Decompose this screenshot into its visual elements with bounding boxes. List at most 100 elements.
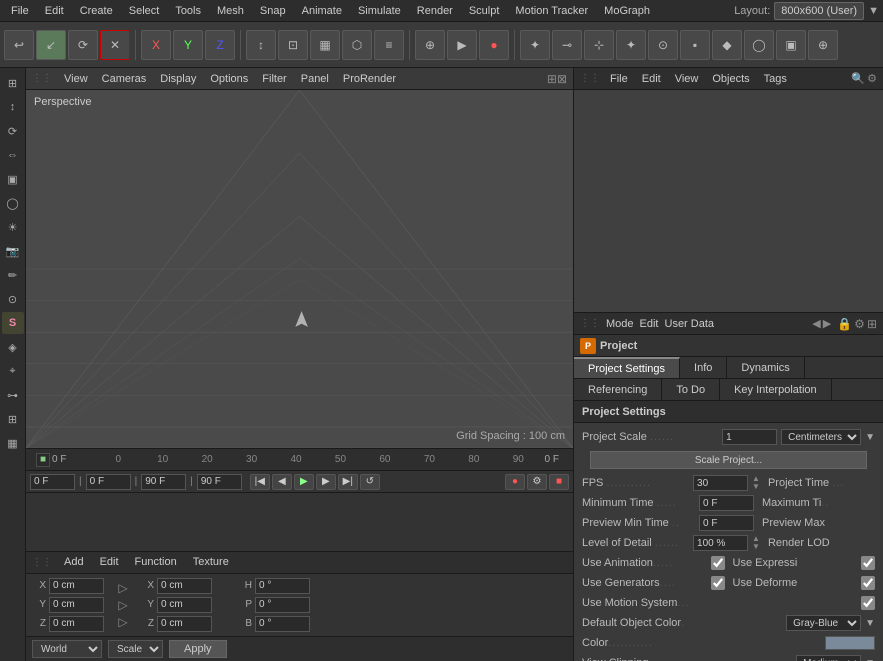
menu-create[interactable]: Create: [73, 3, 120, 19]
viewport-expand-icon[interactable]: ⊞⊠: [547, 72, 567, 86]
y-input[interactable]: [49, 597, 104, 613]
prev-frame-btn[interactable]: ◀: [272, 474, 292, 490]
tab-todo[interactable]: To Do: [662, 379, 720, 400]
sidebar-snap-icon[interactable]: ⌖: [2, 360, 24, 382]
p-input[interactable]: [255, 597, 310, 613]
min-time-input[interactable]: [699, 495, 754, 511]
toolbar-z-axis[interactable]: Z: [205, 30, 235, 60]
menu-animate[interactable]: Animate: [295, 3, 349, 19]
sidebar-magnet-icon[interactable]: ⊶: [2, 384, 24, 406]
toolbar-cam[interactable]: ⊹: [584, 30, 614, 60]
color-dropdown-arrow[interactable]: ▼: [865, 618, 875, 629]
x-input[interactable]: [49, 578, 104, 594]
fb-menu-edit[interactable]: Edit: [638, 73, 665, 85]
start-frame-input[interactable]: [30, 474, 75, 490]
toolbar-render2[interactable]: ⊸: [552, 30, 582, 60]
menu-edit[interactable]: Edit: [38, 3, 71, 19]
menu-file[interactable]: File: [4, 3, 36, 19]
toolbar-square[interactable]: ▪: [680, 30, 710, 60]
b-input[interactable]: [255, 616, 310, 632]
props-user-data[interactable]: User Data: [665, 318, 715, 330]
toolbar-circle[interactable]: ◯: [744, 30, 774, 60]
menu-tools[interactable]: Tools: [168, 3, 208, 19]
menu-render[interactable]: Render: [410, 3, 460, 19]
toolbar-rotate[interactable]: ⟳: [68, 30, 98, 60]
tab-edit[interactable]: Edit: [96, 556, 123, 568]
toolbar-grid[interactable]: ⊡: [278, 30, 308, 60]
toolbar-wireframe[interactable]: ▦: [310, 30, 340, 60]
sidebar-group-icon[interactable]: ⊞: [2, 408, 24, 430]
fb-search-icon[interactable]: 🔍: [851, 72, 865, 85]
project-scale-input[interactable]: [722, 429, 777, 445]
default-color-dropdown[interactable]: Gray-Blue: [786, 615, 861, 631]
toolbar-cube[interactable]: ▣: [776, 30, 806, 60]
props-mode[interactable]: Mode: [606, 318, 634, 330]
toolbar-smooth[interactable]: ⬡: [342, 30, 372, 60]
next-frame-btn[interactable]: ▶: [316, 474, 336, 490]
file-browser-content[interactable]: [574, 90, 883, 312]
sidebar-poly-icon[interactable]: ◈: [2, 336, 24, 358]
timeline-tracks[interactable]: [26, 493, 573, 551]
z-input[interactable]: [49, 616, 104, 632]
tab-function[interactable]: Function: [131, 556, 181, 568]
props-expand-icon[interactable]: ⊞: [867, 317, 877, 331]
viewport-menu-prorender[interactable]: ProRender: [339, 73, 400, 85]
world-dropdown[interactable]: World: [32, 640, 102, 658]
menu-motion-tracker[interactable]: Motion Tracker: [508, 3, 595, 19]
props-settings-icon[interactable]: ⚙: [854, 317, 865, 331]
props-forward-icon[interactable]: ▶: [823, 317, 831, 330]
menu-mesh[interactable]: Mesh: [210, 3, 251, 19]
menu-simulate[interactable]: Simulate: [351, 3, 408, 19]
current-frame-input[interactable]: [86, 474, 131, 490]
x2-input[interactable]: [157, 578, 212, 594]
h-input[interactable]: [255, 578, 310, 594]
viewport-menu-display[interactable]: Display: [156, 73, 200, 85]
tab-dynamics[interactable]: Dynamics: [727, 357, 804, 378]
view-clipping-dropdown[interactable]: Medium: [796, 655, 861, 661]
toolbar-lines[interactable]: ≡: [374, 30, 404, 60]
record-settings-btn[interactable]: ⚙: [527, 474, 547, 490]
viewport-menu-options[interactable]: Options: [206, 73, 252, 85]
tab-texture[interactable]: Texture: [189, 556, 233, 568]
tab-referencing[interactable]: Referencing: [574, 379, 662, 400]
menu-mograph[interactable]: MoGraph: [597, 3, 657, 19]
tab-add[interactable]: Add: [60, 556, 88, 568]
goto-end-btn[interactable]: ▶|: [338, 474, 358, 490]
loop-btn[interactable]: ↺: [360, 474, 380, 490]
layout-dropdown-icon[interactable]: ▼: [868, 5, 879, 17]
lod-input[interactable]: [693, 535, 748, 551]
scale-project-btn[interactable]: Scale Project...: [590, 451, 867, 469]
tab-info[interactable]: Info: [680, 357, 727, 378]
sidebar-paint-icon[interactable]: ✏: [2, 264, 24, 286]
toolbar-light[interactable]: ✦: [616, 30, 646, 60]
use-deformers-checkbox[interactable]: [861, 576, 875, 590]
viewport-menu-view[interactable]: View: [60, 73, 92, 85]
sidebar-box2-icon[interactable]: ▦: [2, 432, 24, 454]
viewport-menu-panel[interactable]: Panel: [297, 73, 333, 85]
toolbar-y-axis[interactable]: Y: [173, 30, 203, 60]
toolbar-delete[interactable]: ✕: [100, 30, 130, 60]
toolbar-undo[interactable]: ↩: [4, 30, 34, 60]
toolbar-move[interactable]: ↙: [36, 30, 66, 60]
sidebar-rotate-icon[interactable]: ⟳: [2, 120, 24, 142]
props-edit[interactable]: Edit: [640, 318, 659, 330]
y2-input[interactable]: [157, 597, 212, 613]
end-frame-input[interactable]: [141, 474, 186, 490]
preview-min-input[interactable]: [699, 515, 754, 531]
use-animation-checkbox[interactable]: [711, 556, 725, 570]
clipping-arrow[interactable]: ▼: [865, 658, 875, 661]
toolbar-play[interactable]: ▶: [447, 30, 477, 60]
goto-start-btn[interactable]: |◀: [250, 474, 270, 490]
menu-sculpt[interactable]: Sculpt: [462, 3, 507, 19]
sidebar-light-icon[interactable]: ☀: [2, 216, 24, 238]
props-lock-icon[interactable]: 🔒: [837, 317, 852, 331]
record-btn[interactable]: ●: [505, 474, 525, 490]
sidebar-cam-icon[interactable]: 📷: [2, 240, 24, 262]
use-expression-checkbox[interactable]: [861, 556, 875, 570]
fps-input[interactable]: [693, 475, 748, 491]
toolbar-record[interactable]: ●: [479, 30, 509, 60]
sidebar-s-icon[interactable]: S: [2, 312, 24, 334]
project-scale-unit[interactable]: Centimeters: [781, 429, 861, 445]
viewport[interactable]: Perspective: [26, 90, 573, 448]
apply-button[interactable]: Apply: [169, 640, 227, 658]
